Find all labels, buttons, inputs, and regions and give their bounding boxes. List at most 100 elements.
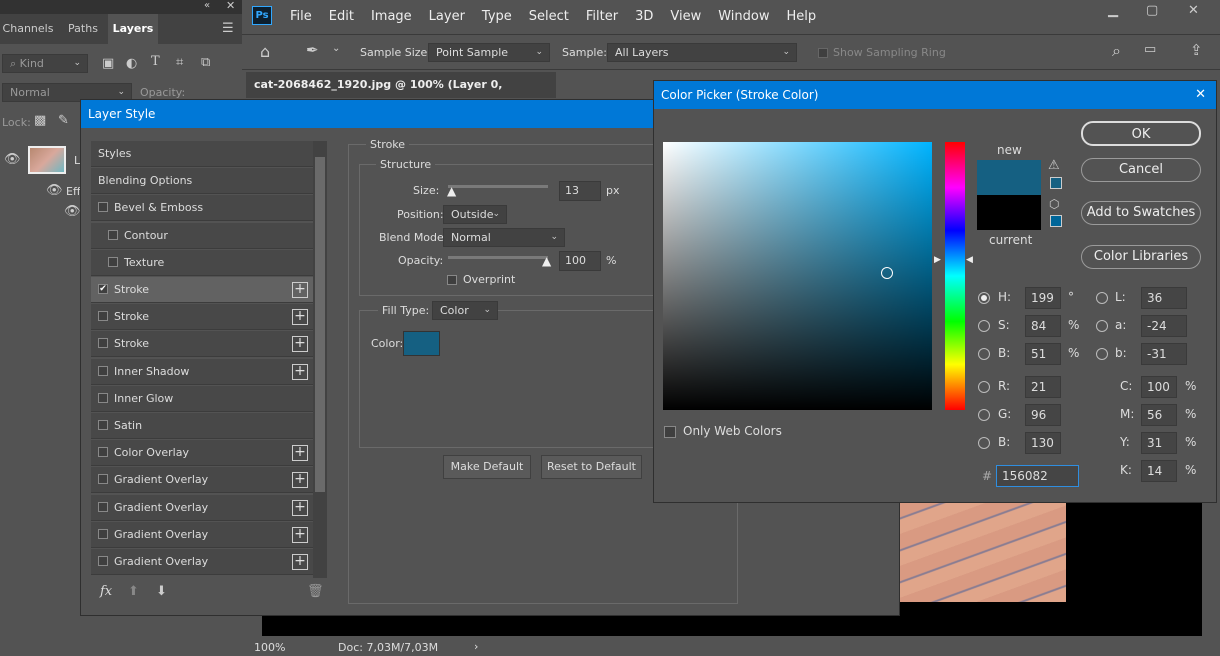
- hex-input[interactable]: 156082: [996, 465, 1079, 487]
- out-of-gamut-warning-icon[interactable]: ⚠: [1048, 158, 1060, 173]
- size-slider-thumb[interactable]: ▲: [447, 184, 456, 198]
- h-input[interactable]: 199: [1025, 287, 1061, 309]
- fx-icon[interactable]: fx: [100, 584, 112, 599]
- opacity-slider-thumb[interactable]: ▲: [542, 254, 551, 268]
- move-down-icon[interactable]: ⬇: [156, 584, 167, 599]
- web-safe-cube-icon[interactable]: ⬡: [1049, 197, 1059, 211]
- make-default-button[interactable]: Make Default: [443, 455, 531, 479]
- color-field-cursor[interactable]: [881, 267, 893, 279]
- opacity-slider[interactable]: [448, 256, 548, 259]
- hue-slider-left-arrow-icon[interactable]: ▶: [934, 255, 941, 265]
- add-effect-icon[interactable]: +: [292, 499, 308, 516]
- close-icon[interactable]: ✕: [1195, 81, 1206, 109]
- hue-slider[interactable]: [945, 142, 965, 410]
- style-item[interactable]: Bevel & Emboss: [91, 195, 313, 222]
- radio-lab-b[interactable]: [1096, 348, 1108, 360]
- status-arrow-icon[interactable]: ›: [474, 640, 478, 653]
- stroke-color-swatch[interactable]: [403, 331, 440, 356]
- b-input[interactable]: 51: [1025, 343, 1061, 365]
- radio-lab-L[interactable]: [1096, 292, 1108, 304]
- lab-a-input[interactable]: -24: [1141, 315, 1187, 337]
- menu-3d[interactable]: 3D: [635, 9, 653, 24]
- style-item[interactable]: Gradient Overlay +: [91, 467, 313, 494]
- effects-eye-icon[interactable]: 👁: [46, 183, 63, 198]
- size-input[interactable]: 13: [559, 181, 601, 201]
- menu-type[interactable]: Type: [482, 9, 512, 24]
- blend-mode-select[interactable]: Normal ⌄: [443, 228, 565, 247]
- panel-menu-icon[interactable]: ☰: [222, 21, 234, 36]
- trash-icon[interactable]: 🗑: [307, 584, 324, 599]
- collapse-icon[interactable]: «: [204, 0, 210, 11]
- stroke-effect-eye-icon[interactable]: 👁: [64, 204, 81, 219]
- visibility-eye-icon[interactable]: 👁: [4, 152, 21, 167]
- web-safe-swatch[interactable]: [1050, 215, 1062, 227]
- add-effect-icon[interactable]: +: [292, 554, 308, 570]
- radio-r[interactable]: [978, 381, 990, 393]
- add-effect-icon[interactable]: +: [292, 309, 308, 326]
- style-item[interactable]: Gradient Overlay +: [91, 494, 313, 521]
- cmyk-k-input[interactable]: 14: [1141, 460, 1177, 482]
- sample-select[interactable]: All Layers ⌄: [607, 43, 797, 62]
- radio-lab-a[interactable]: [1096, 320, 1108, 332]
- menu-view[interactable]: View: [670, 9, 701, 24]
- reset-to-default-button[interactable]: Reset to Default: [541, 455, 642, 479]
- search-icon[interactable]: ⌕: [1112, 41, 1121, 61]
- lock-paint-icon[interactable]: ✎: [58, 113, 69, 128]
- style-item[interactable]: Blending Options: [91, 168, 313, 195]
- menu-select[interactable]: Select: [529, 9, 569, 24]
- add-effect-icon[interactable]: +: [292, 282, 308, 298]
- styles-scrollbar[interactable]: [313, 141, 327, 578]
- sample-size-select[interactable]: Point Sample ⌄: [428, 43, 550, 62]
- style-checkbox[interactable]: [98, 392, 108, 403]
- lab-b-input[interactable]: -31: [1141, 343, 1187, 365]
- current-color-swatch[interactable]: [977, 195, 1041, 230]
- radio-h[interactable]: [978, 292, 990, 304]
- style-item[interactable]: Contour: [91, 222, 313, 249]
- style-item[interactable]: Styles: [91, 141, 313, 167]
- type-filter-icon[interactable]: T: [151, 54, 160, 69]
- home-icon[interactable]: ⌂: [260, 42, 270, 61]
- add-effect-icon[interactable]: +: [292, 363, 308, 380]
- style-item[interactable]: Satin: [91, 413, 313, 439]
- menu-filter[interactable]: Filter: [586, 9, 618, 24]
- cmyk-m-input[interactable]: 56: [1141, 404, 1177, 426]
- style-checkbox[interactable]: [98, 528, 108, 539]
- style-checkbox[interactable]: [108, 229, 118, 240]
- menu-image[interactable]: Image: [371, 9, 412, 24]
- image-filter-icon[interactable]: ▣: [102, 56, 114, 71]
- menu-window[interactable]: Window: [718, 9, 769, 24]
- size-slider[interactable]: [448, 185, 548, 188]
- tab-paths[interactable]: Paths: [60, 14, 106, 44]
- style-checkbox[interactable]: [98, 474, 108, 485]
- minimize-icon[interactable]: ▁: [1108, 3, 1118, 18]
- style-checkbox[interactable]: [108, 256, 118, 267]
- ok-button[interactable]: OK: [1081, 121, 1201, 146]
- menu-file[interactable]: File: [290, 9, 312, 24]
- radio-bl[interactable]: [978, 437, 990, 449]
- fill-type-select[interactable]: Color ⌄: [432, 301, 498, 320]
- tab-channels[interactable]: Channels: [0, 14, 56, 44]
- filter-kind-select[interactable]: ⌕ Kind ⌄: [2, 54, 88, 73]
- style-checkbox[interactable]: [98, 501, 108, 512]
- style-item[interactable]: Inner Shadow +: [91, 358, 313, 385]
- style-item[interactable]: Inner Glow: [91, 385, 313, 412]
- overprint-checkbox[interactable]: [447, 275, 457, 285]
- style-item[interactable]: Stroke +: [91, 331, 313, 358]
- add-effect-icon[interactable]: +: [292, 526, 308, 543]
- move-up-icon[interactable]: ⬆: [128, 584, 139, 599]
- add-effect-icon[interactable]: +: [292, 445, 308, 462]
- maximize-icon[interactable]: ▢: [1146, 3, 1158, 18]
- add-to-swatches-button[interactable]: Add to Swatches: [1081, 201, 1201, 225]
- cmyk-c-input[interactable]: 100: [1141, 376, 1177, 398]
- only-web-colors-checkbox[interactable]: [664, 426, 676, 438]
- gamut-swatch[interactable]: [1050, 177, 1062, 189]
- style-item[interactable]: ✔ Stroke +: [91, 277, 313, 303]
- add-effect-icon[interactable]: +: [292, 336, 308, 353]
- s-input[interactable]: 84: [1025, 315, 1061, 337]
- style-item[interactable]: Gradient Overlay +: [91, 549, 313, 575]
- adjustment-filter-icon[interactable]: ◐: [126, 56, 137, 71]
- color-libraries-button[interactable]: Color Libraries: [1081, 245, 1201, 269]
- radio-g[interactable]: [978, 409, 990, 421]
- cancel-button[interactable]: Cancel: [1081, 158, 1201, 182]
- style-item[interactable]: Texture: [91, 249, 313, 276]
